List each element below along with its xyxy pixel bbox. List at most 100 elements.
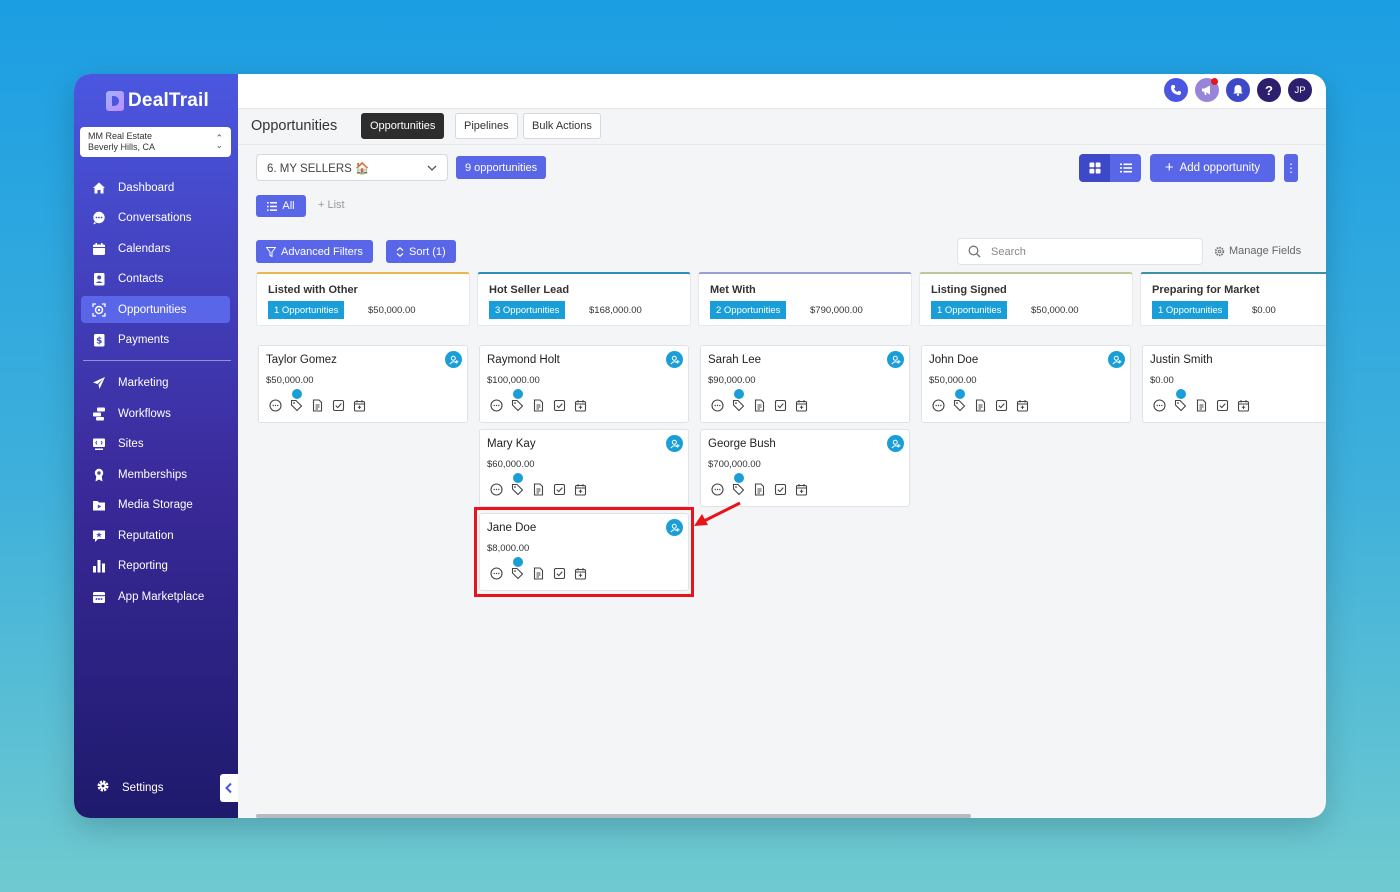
tag-icon[interactable] (289, 389, 304, 413)
sidebar-item-media-storage[interactable]: Media Storage (81, 492, 230, 519)
document-icon[interactable] (310, 398, 325, 413)
tag-icon[interactable] (1173, 389, 1188, 413)
tab-pipelines[interactable]: Pipelines (455, 113, 518, 139)
announcements-button[interactable] (1195, 78, 1219, 102)
assign-user-icon[interactable] (1108, 351, 1125, 368)
document-icon[interactable] (1194, 398, 1209, 413)
sidebar-item-opportunities[interactable]: Opportunities (81, 296, 230, 323)
horizontal-scrollbar[interactable] (256, 814, 971, 818)
contact-name[interactable]: Taylor Gomez (266, 354, 337, 366)
sidebar-item-label: Memberships (118, 468, 188, 481)
opportunity-card[interactable]: Justin Smith $0.00 (1142, 345, 1326, 423)
contact-name[interactable]: Justin Smith (1150, 354, 1213, 366)
task-checkbox-icon[interactable] (331, 398, 346, 413)
task-checkbox-icon[interactable] (773, 398, 788, 413)
sidebar-item-conversations[interactable]: Conversations (81, 205, 230, 232)
phone-button[interactable] (1164, 78, 1188, 102)
sort-button[interactable]: Sort (1) (386, 240, 456, 263)
store-icon (92, 590, 106, 604)
contact-name[interactable]: John Doe (929, 354, 978, 366)
chat-icon[interactable] (710, 482, 725, 497)
contact-name[interactable]: Mary Kay (487, 438, 536, 450)
chat-icon[interactable] (489, 482, 504, 497)
sidebar-item-workflows[interactable]: Workflows (81, 400, 230, 427)
opportunity-card[interactable]: Mary Kay $60,000.00 (479, 429, 689, 507)
task-checkbox-icon[interactable] (994, 398, 1009, 413)
sidebar-item-calendars[interactable]: Calendars (81, 235, 230, 262)
sidebar-item-reputation[interactable]: Reputation (81, 522, 230, 549)
sidebar-item-app-marketplace[interactable]: App Marketplace (81, 583, 230, 610)
tab-bulk-actions[interactable]: Bulk Actions (523, 113, 601, 139)
user-avatar[interactable]: JP (1288, 78, 1312, 102)
sidebar-item-memberships[interactable]: Memberships (81, 461, 230, 488)
help-button[interactable]: ? (1257, 78, 1281, 102)
sidebar-item-settings[interactable]: Settings (96, 779, 164, 796)
sidebar-item-payments[interactable]: $ Payments (81, 327, 230, 354)
calendar-add-icon[interactable] (1236, 398, 1251, 413)
chat-icon[interactable] (489, 398, 504, 413)
contact-name[interactable]: Raymond Holt (487, 354, 560, 366)
document-icon[interactable] (752, 398, 767, 413)
advanced-filters-button[interactable]: Advanced Filters (256, 240, 373, 263)
sidebar-item-sites[interactable]: Sites (81, 431, 230, 458)
add-list-button[interactable]: + List (318, 199, 345, 211)
calendar-add-icon[interactable] (352, 398, 367, 413)
assign-user-icon[interactable] (887, 435, 904, 452)
calendar-add-icon[interactable] (573, 482, 588, 497)
tag-icon[interactable] (510, 473, 525, 497)
chat-icon[interactable] (1152, 398, 1167, 413)
sidebar-item-dashboard[interactable]: Dashboard (81, 174, 230, 201)
tag-icon[interactable] (731, 389, 746, 413)
sidebar-item-contacts[interactable]: Contacts (81, 266, 230, 293)
all-view-button[interactable]: All (256, 195, 306, 217)
document-icon[interactable] (752, 482, 767, 497)
contact-name[interactable]: George Bush (708, 438, 776, 450)
payment-icon: $ (92, 333, 106, 347)
chat-icon[interactable] (268, 398, 283, 413)
tag-icon[interactable] (731, 473, 746, 497)
account-switcher[interactable]: MM Real Estate Beverly Hills, CA ⌃ ⌄ (80, 127, 231, 157)
calendar-add-icon[interactable] (573, 398, 588, 413)
sidebar-item-reporting[interactable]: Reporting (81, 553, 230, 580)
task-checkbox-icon[interactable] (552, 398, 567, 413)
assign-user-icon[interactable] (887, 351, 904, 368)
search-input[interactable]: Search (957, 238, 1203, 265)
opportunity-card[interactable]: Sarah Lee $90,000.00 (700, 345, 910, 423)
document-icon[interactable] (531, 398, 546, 413)
tab-opportunities[interactable]: Opportunities (361, 113, 445, 139)
list-view-button[interactable] (1110, 154, 1141, 182)
assign-user-icon[interactable] (666, 351, 683, 368)
task-checkbox-icon[interactable] (1215, 398, 1230, 413)
document-icon[interactable] (973, 398, 988, 413)
collapse-sidebar-button[interactable] (220, 774, 238, 802)
chat-icon[interactable] (710, 398, 725, 413)
tag-icon[interactable] (952, 389, 967, 413)
opportunity-card[interactable]: Taylor Gomez $50,000.00 (258, 345, 468, 423)
sidebar-item-marketing[interactable]: Marketing (81, 370, 230, 397)
calendar-add-icon[interactable] (794, 398, 809, 413)
calendar-add-icon[interactable] (794, 482, 809, 497)
pipeline-select[interactable]: 6. MY SELLERS 🏠 (256, 154, 448, 181)
task-checkbox-icon[interactable] (552, 482, 567, 497)
app-logo[interactable]: DealTrail (106, 88, 209, 114)
assign-user-icon[interactable] (666, 435, 683, 452)
notifications-button[interactable] (1226, 78, 1250, 102)
board-view-button[interactable] (1079, 154, 1110, 182)
more-options-button[interactable]: ⋮ (1284, 154, 1298, 182)
opportunity-card[interactable]: Raymond Holt $100,000.00 (479, 345, 689, 423)
settings-label: Settings (122, 781, 164, 794)
sidebar-item-label: Payments (118, 334, 170, 346)
calendar-add-icon[interactable] (1015, 398, 1030, 413)
contact-name[interactable]: Sarah Lee (708, 354, 761, 366)
manage-fields-button[interactable]: Manage Fields (1214, 245, 1301, 257)
phone-icon (1171, 85, 1181, 95)
opportunity-card[interactable]: George Bush $700,000.00 (700, 429, 910, 507)
chat-icon[interactable] (931, 398, 946, 413)
task-checkbox-icon[interactable] (773, 482, 788, 497)
opportunity-card[interactable]: John Doe $50,000.00 (921, 345, 1131, 423)
tag-icon[interactable] (510, 389, 525, 413)
assign-user-icon[interactable] (445, 351, 462, 368)
document-icon[interactable] (531, 482, 546, 497)
app-name: DealTrail (128, 90, 210, 111)
add-opportunity-button[interactable]: + Add opportunity (1150, 154, 1275, 182)
